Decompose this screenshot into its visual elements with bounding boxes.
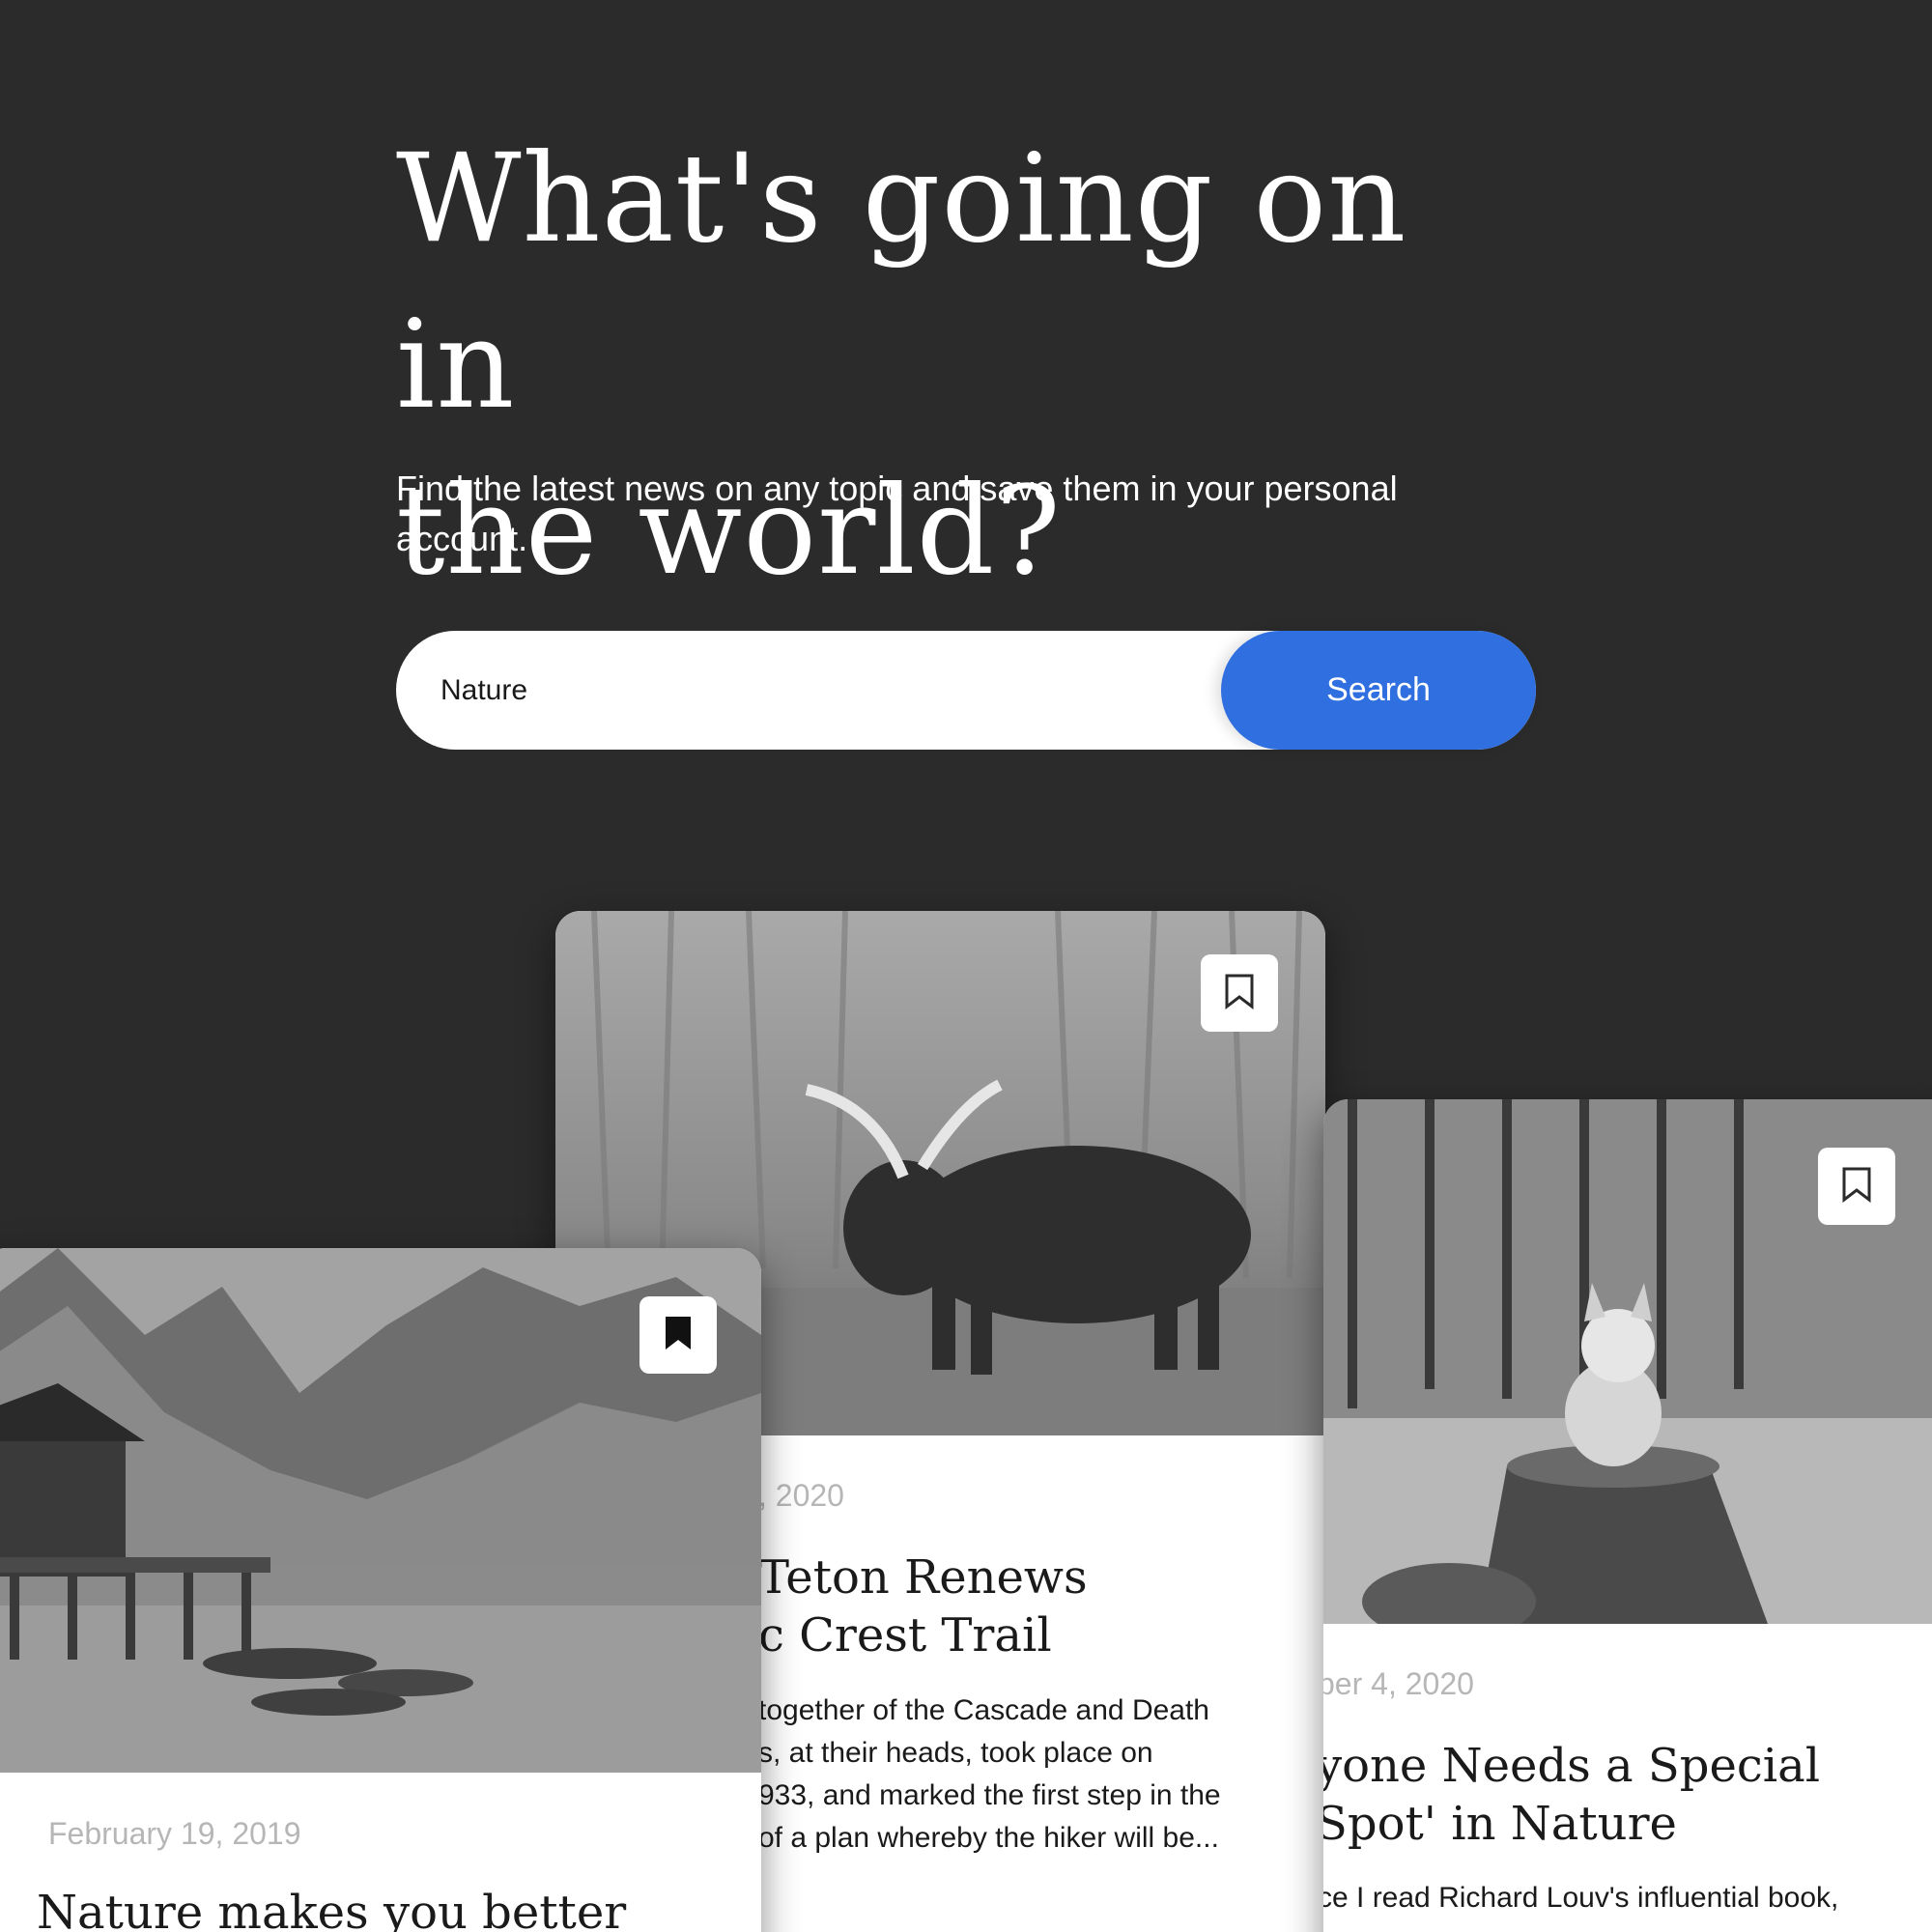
card-title-line-2: Spot' in Nature [1323,1797,1677,1851]
subtitle-line-2: account. [396,519,528,558]
card-text-line-2: s, at their heads, took place on [758,1737,1153,1769]
page: What's going on in the world? Find the l… [0,0,1932,1932]
card-title-line-1: Nature makes you better [37,1886,627,1932]
card-date: ber 4, 2020 [1323,1666,1474,1701]
bookmark-filled-icon [664,1315,693,1356]
card-text-line-1: ce I read Richard Louv's influential boo… [1323,1882,1839,1914]
card-title: yone Needs a Special Spot' in Nature [1323,1737,1895,1853]
card-text: ce I read Richard Louv's influential boo… [1323,1877,1897,1919]
card-date: , 2020 [758,1478,844,1513]
title-line-1: What's going on in [396,128,1407,436]
card-text-line-4: of a plan whereby the hiker will be... [758,1822,1219,1854]
article-card-dog[interactable]: ber 4, 2020 yone Needs a Special Spot' i… [1323,1099,1932,1932]
card-text: together of the Cascade and Death s, at … [758,1690,1319,1860]
page-subtitle: Find the latest news on any topic and sa… [396,464,1478,564]
card-title-line-1: yone Needs a Special [1323,1739,1821,1793]
subtitle-line-1: Find the latest news on any topic and sa… [396,469,1398,508]
card-title-line-2: c Crest Trail [758,1608,1052,1662]
card-text-line-3: 933, and marked the first step in the [758,1779,1221,1811]
bookmark-outline-icon [1224,973,1255,1014]
card-date: February 19, 2019 [48,1816,301,1851]
card-title-line-1: Teton Renews [758,1550,1088,1605]
bookmark-button[interactable] [639,1296,717,1374]
card-title: Teton Renews c Crest Trail [758,1548,1325,1664]
bookmark-outline-icon [1841,1166,1872,1208]
bookmark-button[interactable] [1818,1148,1895,1225]
article-card-lake[interactable]: February 19, 2019 Nature makes you bette… [0,1248,761,1932]
card-title: Nature makes you better [37,1884,732,1932]
bookmark-button[interactable] [1201,954,1278,1032]
search-form: Search [396,631,1536,750]
search-button[interactable]: Search [1221,631,1536,750]
search-input[interactable] [440,631,1194,750]
card-text-line-1: together of the Cascade and Death [758,1694,1209,1726]
